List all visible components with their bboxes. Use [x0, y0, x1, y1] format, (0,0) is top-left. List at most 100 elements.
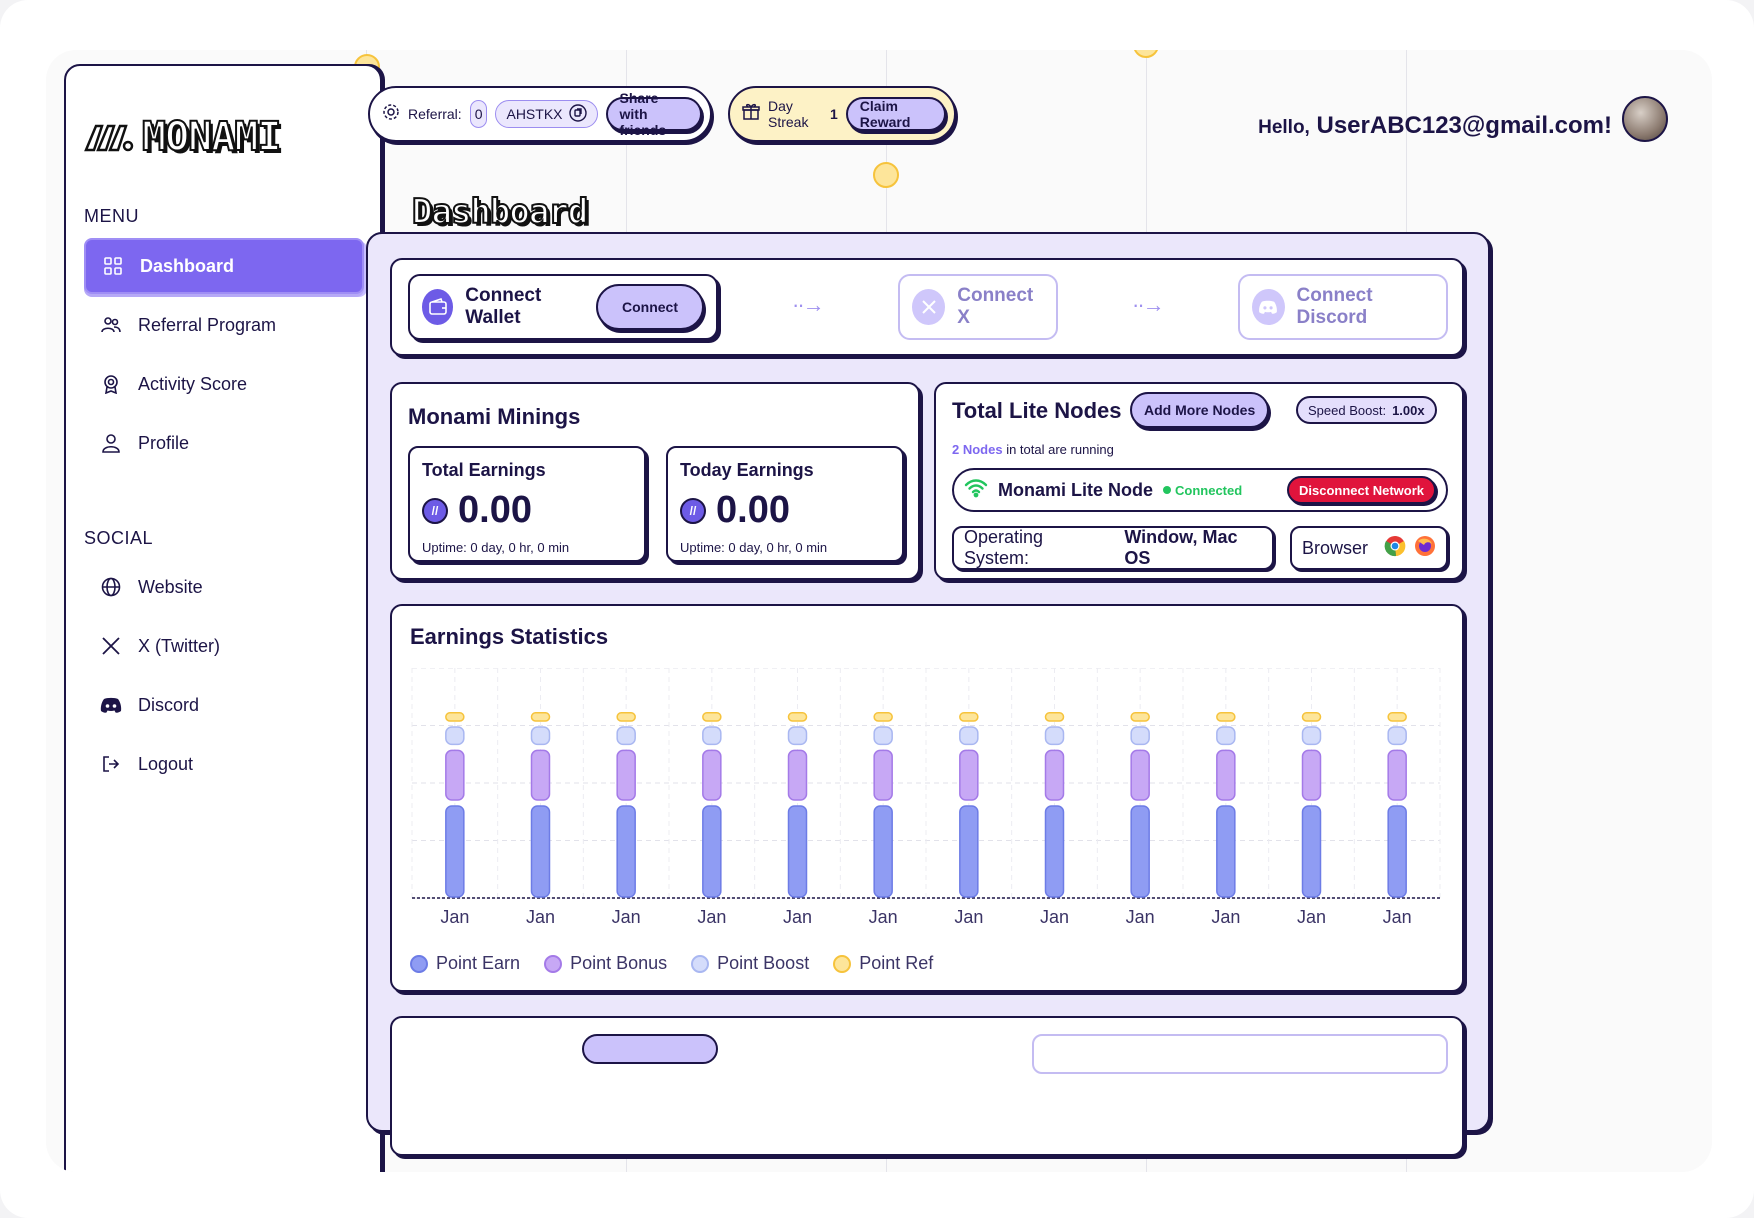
chart-bar-point-ref: [873, 712, 893, 722]
chart-bar-point-boost: [1387, 726, 1407, 746]
bottom-card-button[interactable]: [582, 1034, 718, 1064]
legend-swatch: [410, 954, 428, 973]
referral-code-chip[interactable]: AHSTKX: [495, 100, 598, 128]
wallet-icon: [422, 289, 454, 325]
wifi-icon: [964, 478, 988, 503]
sidebar-item-website[interactable]: Website: [84, 559, 364, 615]
avatar[interactable]: [1622, 96, 1668, 142]
browser-label: Browser: [1302, 537, 1369, 558]
sidebar-item-profile[interactable]: Profile: [84, 415, 364, 471]
legend-item: Point Boost: [691, 953, 809, 974]
connect-wallet-button[interactable]: Connect: [596, 284, 704, 330]
copy-icon[interactable]: [568, 103, 587, 125]
chart-bar-point-ref: [530, 712, 551, 722]
x-icon: [912, 289, 946, 325]
day-streak-pill: Day Streak 1 Claim Reward: [728, 86, 956, 142]
bottom-card: [390, 1016, 1464, 1156]
lite-nodes-title: Total Lite Nodes: [952, 398, 1122, 423]
chart-x-tick-label: Jan: [1383, 907, 1412, 927]
chart-x-tick-label: Jan: [1126, 907, 1155, 927]
chart-bar-point-boost: [959, 726, 979, 746]
chart-bar-point-bonus: [959, 749, 979, 801]
browser-row: Browser: [1290, 526, 1448, 570]
chart-bar-point-boost: [787, 726, 808, 746]
sidebar-item-referral-program[interactable]: Referral Program: [84, 297, 364, 353]
claim-reward-button[interactable]: Claim Reward: [845, 97, 946, 131]
total-earnings-label: Total Earnings: [422, 460, 546, 480]
decorative-dot: [873, 162, 899, 188]
chart-bar-point-ref: [1301, 712, 1322, 722]
sidebar-item-label: Logout: [138, 753, 194, 774]
menu-section-label: MENU: [84, 206, 139, 226]
chart-bar-point-boost: [1044, 726, 1065, 746]
referral-pill: Referral: 0 AHSTKX Share with friends: [368, 86, 712, 142]
sidebar-item-x-twitter[interactable]: X (Twitter): [84, 618, 364, 674]
sidebar-item-logout[interactable]: Logout: [84, 736, 364, 792]
status-text: Connected: [1175, 482, 1243, 498]
discord-icon: [1252, 289, 1285, 325]
chart-bar-point-boost: [1301, 726, 1322, 746]
chart-x-tick-label: Jan: [1297, 907, 1326, 927]
chart-x-tick-label: Jan: [783, 907, 812, 927]
status-badge: Connected: [1163, 483, 1242, 498]
user-greeting: Hello, UserABC123@gmail.com!: [1258, 112, 1612, 140]
add-more-nodes-button[interactable]: Add More Nodes: [1130, 392, 1270, 428]
chart-bar-point-bonus: [702, 749, 722, 801]
chart-bar-point-earn: [445, 805, 465, 898]
legend-label: Point Boost: [717, 953, 810, 973]
chart-x-tick-label: Jan: [869, 907, 898, 927]
sidebar-item-dashboard[interactable]: Dashboard: [84, 238, 364, 294]
grid-icon: [102, 255, 124, 277]
legend-item: Point Earn: [410, 953, 520, 974]
chart-bar-point-boost: [1216, 726, 1236, 746]
sidebar-item-activity-score[interactable]: Activity Score: [84, 356, 364, 412]
nodes-running-text: 2 Nodes in total are running: [952, 442, 1114, 457]
sidebar-item-label: Activity Score: [138, 373, 248, 394]
sidebar-item-discord[interactable]: Discord: [84, 677, 364, 733]
total-earnings-box: Total Earnings // 0.00 Uptime: 0 day, 0 …: [408, 446, 646, 562]
disconnect-network-button[interactable]: Disconnect Network: [1287, 476, 1436, 504]
chart-bar-point-bonus: [530, 749, 551, 801]
chart-bar-point-boost: [616, 726, 636, 746]
brand-logo: MONAMI: [84, 113, 282, 161]
sidebar-item-label: X (Twitter): [138, 635, 221, 656]
chart-bar-point-boost: [702, 726, 722, 746]
chart-bar-point-ref: [1044, 712, 1065, 722]
sidebar-item-label: Profile: [138, 432, 190, 453]
referral-code: AHSTKX: [506, 106, 563, 122]
arrow-right-icon: ··→: [792, 292, 825, 317]
minings-card: Monami Minings Total Earnings // 0.00 Up…: [390, 382, 920, 580]
chart-bar-point-ref: [787, 712, 808, 722]
chart-bar-point-ref: [445, 712, 465, 722]
chart-bar-point-bonus: [1130, 749, 1150, 801]
chart-bar-point-ref: [1130, 712, 1150, 722]
chart-bar-point-ref: [1216, 712, 1236, 722]
day-streak-value: 1: [830, 106, 838, 122]
award-icon: [100, 373, 122, 395]
user-icon: [100, 432, 122, 454]
chart-x-tick-label: Jan: [440, 907, 469, 927]
page-title: Dashboard: [411, 191, 589, 233]
chart-x-tick-label: Jan: [1040, 907, 1069, 927]
app-canvas: MONAMI MENU Dashboard Referral Program A…: [46, 50, 1712, 1172]
users-icon: [100, 314, 122, 336]
chart-bar-point-earn: [1130, 805, 1150, 898]
share-with-friends-button[interactable]: Share with friends: [605, 90, 702, 138]
bottom-card-box: [1032, 1034, 1448, 1074]
chart-bar-point-earn: [1216, 805, 1236, 898]
chart-title: Earnings Statistics: [410, 624, 609, 649]
connect-wallet-label: Connect Wallet: [465, 285, 542, 328]
connect-x-box[interactable]: Connect X: [898, 274, 1058, 340]
settings-icon: [382, 103, 400, 126]
today-uptime: Uptime: 0 day, 0 hr, 0 min: [680, 540, 828, 555]
referral-label: Referral:: [408, 106, 462, 122]
connect-discord-box[interactable]: Connect Discord: [1238, 274, 1448, 340]
brand-name: MONAMI: [141, 113, 282, 161]
gift-icon: [742, 103, 760, 126]
os-value: Window, Mac OS: [1124, 527, 1238, 568]
status-dot-icon: [1163, 486, 1172, 494]
connect-x-label: Connect X: [957, 285, 1034, 328]
chart-bar-point-bonus: [1216, 749, 1236, 801]
day-streak-label: Day Streak: [768, 98, 809, 130]
today-earnings-label: Today Earnings: [680, 460, 814, 480]
